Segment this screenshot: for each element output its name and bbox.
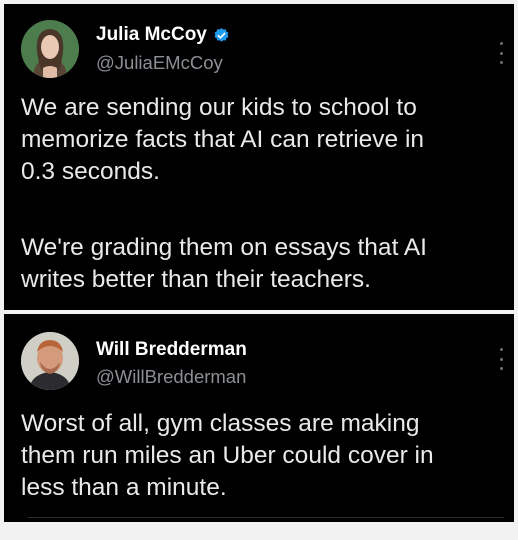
author-name[interactable]: Julia McCoy (96, 24, 230, 46)
divider (28, 517, 504, 518)
tweet-text: We're grading them on essays that AI wri… (21, 234, 427, 293)
avatar-image (21, 20, 79, 78)
author-handle[interactable]: @JuliaEMcCoy (96, 52, 223, 74)
author-handle[interactable]: @WillBredderman (96, 366, 246, 388)
tweet-text: Worst of all, gym classes are making the… (21, 410, 434, 501)
author-name-text[interactable]: Julia McCoy (96, 24, 207, 46)
avatar-image (21, 332, 79, 390)
more-options-icon[interactable] (498, 348, 504, 370)
tweet-card[interactable]: Julia McCoy @JuliaEMcCoy We are sending … (4, 4, 514, 310)
avatar[interactable] (21, 332, 79, 390)
more-options-icon[interactable] (498, 42, 504, 64)
verified-badge-icon (213, 27, 230, 44)
author-name[interactable]: Will Bredderman (96, 339, 247, 361)
author-name-text[interactable]: Will Bredderman (96, 339, 247, 361)
tweet-card[interactable]: Will Bredderman @WillBredderman Worst of… (4, 314, 514, 522)
tweet-text: We are sending our kids to school to mem… (21, 94, 425, 185)
avatar[interactable] (21, 20, 79, 78)
